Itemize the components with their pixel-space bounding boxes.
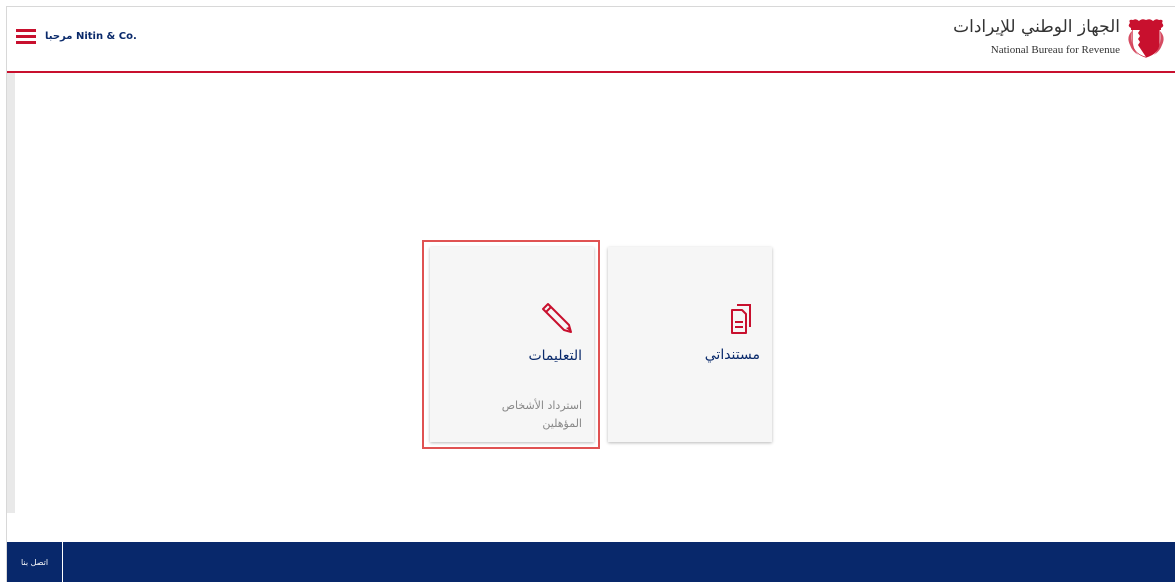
- instructions-title: التعليمات: [528, 348, 582, 364]
- pencil-icon: [542, 303, 572, 333]
- main-content: مستنداتي التعليمات استرداد الأشخاص المؤه…: [7, 73, 1175, 544]
- left-scroll-strip: [7, 73, 15, 513]
- hamburger-menu-icon[interactable]: [16, 29, 36, 45]
- instructions-tile[interactable]: التعليمات استرداد الأشخاص المؤهلين: [430, 247, 594, 442]
- bottom-footer: اتصل بنا: [7, 542, 1175, 582]
- document-icon: [731, 304, 751, 334]
- brand-name-arabic: الجهاز الوطني للإيرادات: [953, 17, 1120, 37]
- contact-us-link[interactable]: اتصل بنا: [7, 542, 63, 582]
- bahrain-emblem-icon: [1128, 19, 1164, 58]
- my-documents-title: مستنداتي: [704, 347, 760, 363]
- my-documents-tile[interactable]: مستنداتي: [608, 247, 772, 442]
- brand-logo[interactable]: الجهاز الوطني للإيرادات National Bureau …: [953, 15, 1170, 65]
- welcome-text: مرحبا Nitin & Co.: [45, 31, 137, 42]
- brand-name-english: National Bureau for Revenue: [990, 44, 1120, 56]
- instructions-subtitle: استرداد الأشخاص المؤهلين: [501, 399, 582, 430]
- app-window: مرحبا Nitin & Co. الجهاز الوطني للإيرادا…: [6, 6, 1175, 582]
- top-header: مرحبا Nitin & Co. الجهاز الوطني للإيرادا…: [7, 7, 1175, 73]
